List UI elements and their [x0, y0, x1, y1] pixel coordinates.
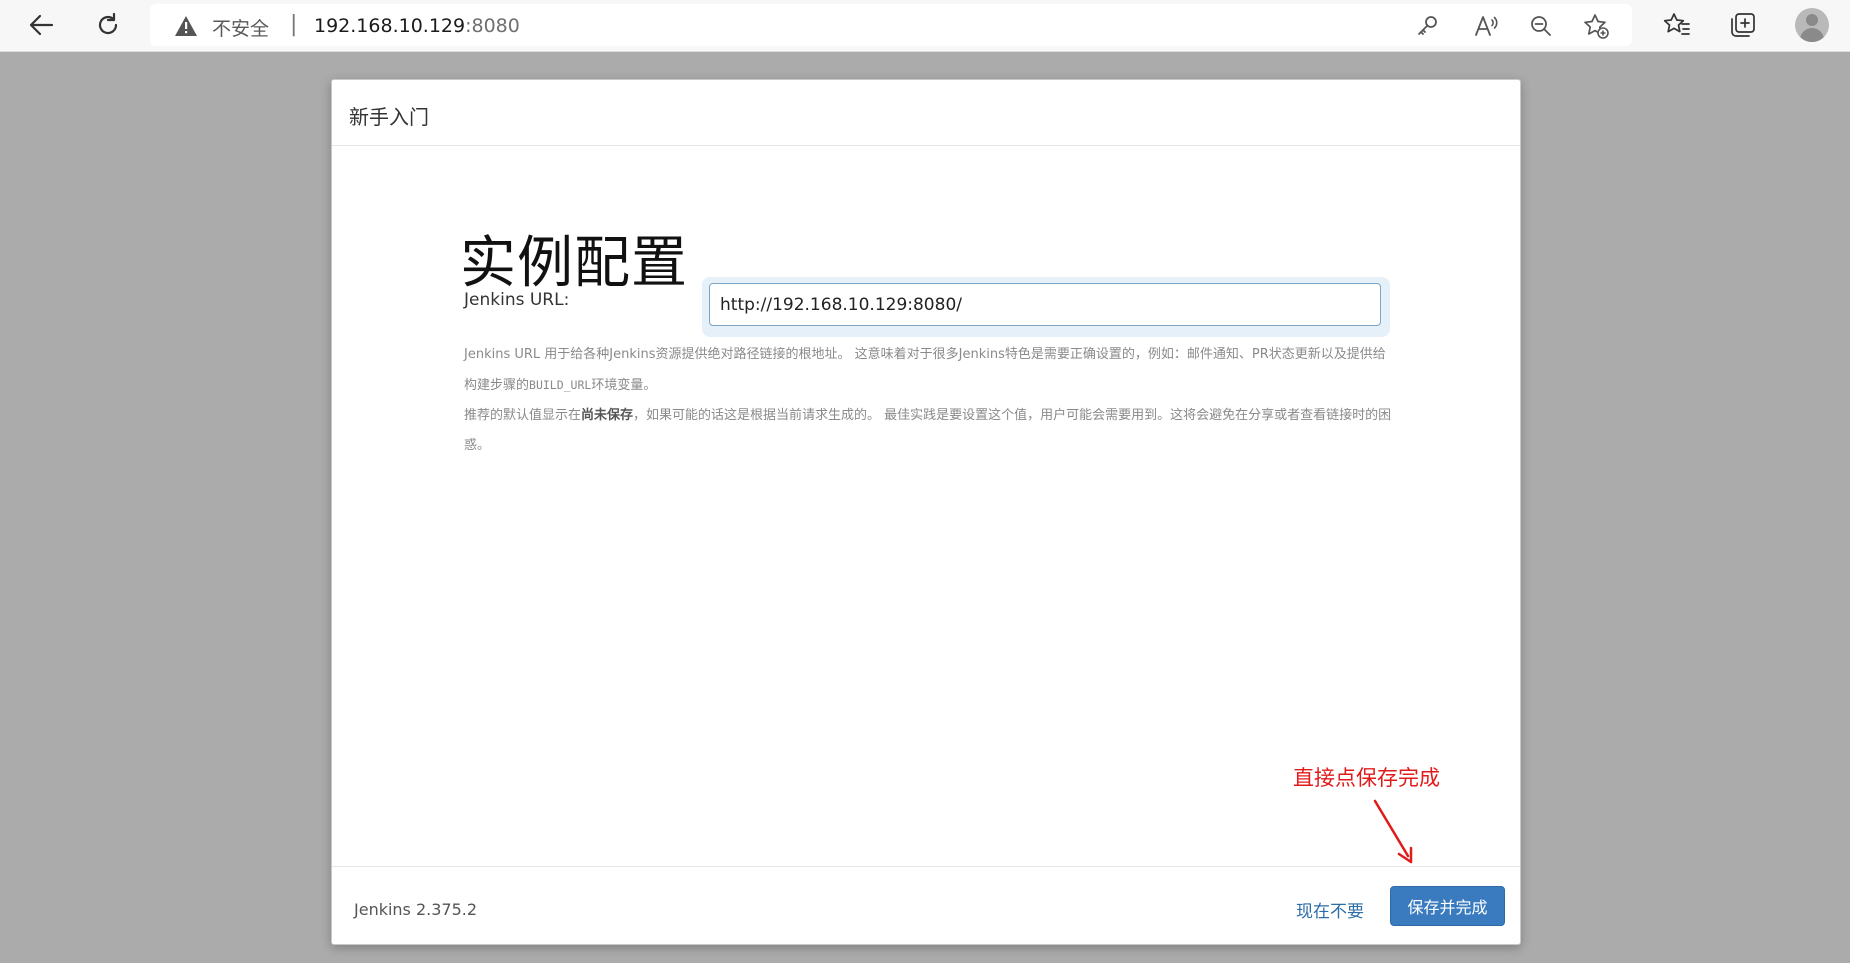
address-url[interactable]: 192.168.10.129:8080: [314, 15, 520, 37]
warning-icon[interactable]: [174, 15, 198, 41]
back-arrow-icon: [29, 14, 54, 36]
url-help-text: Jenkins URL 用于给各种Jenkins资源提供绝对路径链接的根地址。 …: [464, 340, 1394, 461]
refresh-button[interactable]: [88, 6, 128, 44]
jenkins-version: Jenkins 2.375.2: [354, 900, 478, 919]
collections-button[interactable]: [1723, 6, 1763, 44]
dialog-footer: Jenkins 2.375.2 现在不要 保存并完成: [332, 866, 1520, 945]
security-label[interactable]: 不安全: [212, 14, 269, 41]
jenkins-url-input[interactable]: [709, 283, 1381, 326]
not-saved-emphasis: 尚未保存: [581, 408, 634, 423]
jenkins-url-label: Jenkins URL:: [464, 290, 570, 310]
setup-dialog: 新手入门 实例配置 Jenkins URL: Jenkins URL 用于给各种…: [331, 79, 1521, 945]
favorites-button[interactable]: [1657, 6, 1697, 44]
help-paragraph-2: 推荐的默认值显示在尚未保存，如果可能的话这是根据当前请求生成的。 最佳实践是要设…: [464, 408, 1392, 453]
collections-icon: [1731, 13, 1755, 37]
profile-avatar-icon[interactable]: [1795, 8, 1829, 42]
annotation-arrow-icon: [1373, 799, 1413, 864]
url-input-focus-ring: [702, 277, 1390, 337]
skip-button[interactable]: 现在不要: [1296, 897, 1364, 922]
key-icon[interactable]: [1414, 13, 1440, 39]
page-title: 实例配置: [460, 230, 688, 296]
address-bar[interactable]: 不安全 | 192.168.10.129:8080: [150, 4, 1632, 46]
dialog-header: 新手入门: [332, 80, 1520, 146]
back-button[interactable]: [21, 6, 61, 44]
zoom-out-icon[interactable]: [1528, 13, 1554, 39]
favorites-icon: [1663, 13, 1690, 35]
refresh-icon: [98, 12, 118, 35]
save-and-finish-button[interactable]: 保存并完成: [1390, 886, 1505, 926]
address-separator: |: [290, 12, 298, 37]
url-port: :8080: [465, 15, 520, 37]
annotation-text: 直接点保存完成: [1293, 766, 1440, 790]
browser-toolbar: 不安全 | 192.168.10.129:8080: [0, 0, 1850, 52]
dialog-title: 新手入门: [349, 105, 429, 129]
help-paragraph-1: Jenkins URL 用于给各种Jenkins资源提供绝对路径链接的根地址。 …: [464, 347, 1386, 393]
url-host: 192.168.10.129: [314, 15, 466, 37]
read-aloud-icon[interactable]: [1473, 13, 1499, 39]
add-favorite-icon[interactable]: [1583, 13, 1609, 39]
build-url-code: BUILD_URL: [529, 378, 592, 392]
